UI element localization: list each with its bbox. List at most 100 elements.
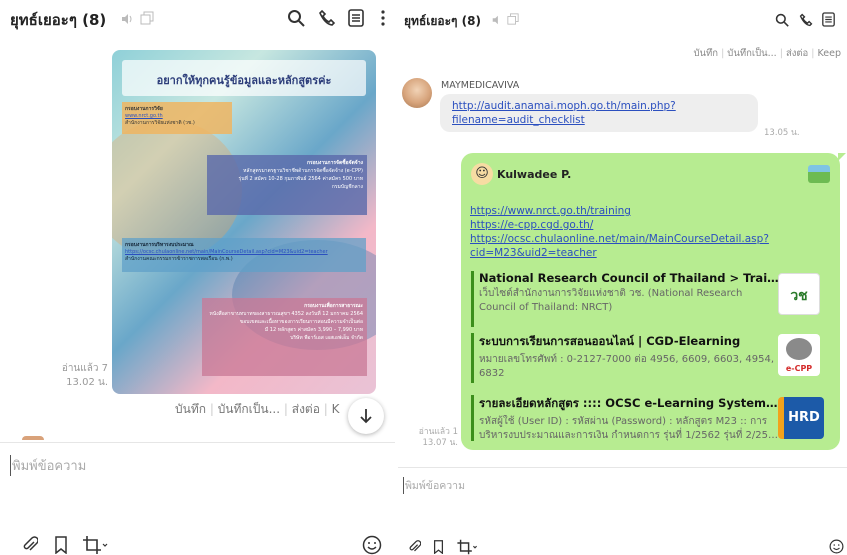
message-time: 13.07 น.	[422, 438, 458, 448]
emoji-icon[interactable]	[362, 535, 382, 555]
volume-icon[interactable]	[120, 12, 134, 26]
preview-bar	[471, 271, 474, 327]
thumbnail-label: HRD	[788, 410, 820, 425]
down-arrow-icon	[359, 408, 373, 424]
preview-bar	[471, 395, 474, 441]
volume-icon[interactable]	[491, 14, 503, 26]
save-action[interactable]: บันทึก	[693, 48, 718, 59]
save-as-action[interactable]: บันทึกเป็น...	[727, 48, 776, 59]
poster-block-procurement: กรอบงานการจัดซื้อจัดจ้าง หลักสูตรมาตรฐาน…	[207, 155, 367, 215]
link-preview[interactable]: รายละเอียดหลักสูตร :::: OCSC e-Learning …	[471, 395, 830, 441]
message-link[interactable]: http://audit.anamai.moph.go.th/main.php?	[452, 99, 746, 113]
preview-thumbnail: วช	[778, 273, 820, 315]
notes-icon[interactable]	[822, 12, 835, 27]
link-list: https://www.nrct.go.th/training https://…	[470, 204, 769, 260]
crop-icon[interactable]	[82, 535, 108, 555]
right-chat-pane: ยุทธ์เยอะๆ (8) บันทึก | บันทึกเป็น... | …	[398, 0, 847, 555]
poster-block-line: หลักสูตรมาตรฐานวิชาชีพด้านการจัดซื้อจัดจ…	[243, 168, 363, 174]
message-actions: บันทึก | บันทึกเป็น... | ส่งต่อ | K	[175, 402, 340, 416]
app-icon	[808, 165, 830, 183]
poster-block-title: กรอบงานการจัดซื้อจัดจ้าง	[306, 160, 363, 166]
phone-icon[interactable]	[318, 9, 336, 27]
more-icon[interactable]	[380, 9, 386, 27]
bookmark-icon[interactable]	[433, 540, 444, 554]
poster-block-line: มี 12 หลักสูตร ค่าสมัคร 3,990 – 7,990 บา…	[264, 327, 363, 333]
preview-thumbnail: HRD	[778, 397, 824, 439]
link-preview[interactable]: ระบบการเรียนการสอนออนไลน์ | CGD-Elearnin…	[471, 333, 830, 383]
poster-block-research: กรอบงานการวิจัย www.nrct.go.th สำนักงานก…	[122, 102, 232, 134]
poster-block-sub: สำนักงานคณะกรรมการข้าราชการพลเรือน (ก.พ.…	[125, 256, 233, 262]
read-receipt: อ่านแล้ว 1 13.07 น.	[402, 427, 458, 449]
message-input[interactable]: พิมพ์ข้อความ	[10, 455, 380, 476]
poster-block-line: รุ่นที่ 2 สมัคร 10-28 กุมภาพันธ์ 2564 ค่…	[238, 176, 363, 182]
save-as-action[interactable]: บันทึกเป็น...	[218, 402, 280, 416]
left-chat-pane: ยุทธ์เยอะๆ (8) อยากให้ทุกคนรู้ข้อมูลและห…	[0, 0, 395, 555]
attach-icon[interactable]	[408, 540, 421, 554]
message-time: 13.02 น.	[66, 377, 108, 388]
poster-block-budget: กรอบงานการบริหารงบประมาณ https://ocsc.ch…	[122, 238, 366, 272]
attach-icon[interactable]	[22, 536, 38, 554]
divider	[0, 442, 395, 443]
divider	[398, 467, 847, 468]
preview-bar	[471, 333, 474, 383]
poster-block-public: กรอบงานเพื่อการสาธารณะ หนังสือสาขาบทบาทข…	[202, 298, 367, 376]
preview-title: National Research Council of Thailand > …	[479, 271, 779, 285]
poster-block-line: ขอบเขตและเนื้อหาของการเรียนการสอนมีความจ…	[239, 319, 363, 325]
emoji-icon[interactable]	[829, 539, 844, 554]
chat-title: ยุทธ์เยอะๆ (8)	[10, 11, 107, 29]
link-preview[interactable]: National Research Council of Thailand > …	[471, 271, 830, 327]
avatar[interactable]	[402, 78, 432, 108]
preview-description: หมายเลขโทรศัพท์ : 0-2127-7000 ต่อ 4956, …	[479, 354, 775, 379]
preview-thumbnail: e-CPP	[778, 334, 820, 376]
search-icon[interactable]	[775, 13, 789, 27]
copy-icon[interactable]	[507, 13, 519, 25]
copy-icon[interactable]	[140, 11, 154, 25]
message-bubble: http://audit.anamai.moph.go.th/main.php?…	[440, 94, 758, 132]
chat-header: ยุทธ์เยอะๆ (8)	[398, 0, 847, 40]
message-link[interactable]: filename=audit_checklist	[452, 113, 746, 127]
poster-block-sub: สำนักงานการวิจัยแห่งชาติ (วช.)	[125, 120, 195, 126]
keep-action[interactable]: K	[332, 402, 340, 416]
message-link[interactable]: https://e-cpp.cgd.go.th/	[470, 218, 769, 232]
read-receipt: อ่านแล้ว 7 13.02 น.	[50, 362, 108, 390]
poster-block-title: กรอบงานเพื่อการสาธารณะ	[304, 303, 363, 309]
thumbnail-label: e-CPP	[785, 364, 813, 373]
chat-header: ยุทธ์เยอะๆ (8)	[0, 0, 395, 40]
thumbnail-label: วช	[790, 288, 808, 304]
poster-block-line: หนังสือสาขาบทบาทของสาธารณสุขฯ 4352 ลงวัน…	[209, 311, 363, 317]
poster-block-title: กรอบงานการวิจัย	[125, 106, 163, 112]
keep-action[interactable]: Keep	[818, 48, 841, 59]
poster-block-line: กรมบัญชีกลาง	[331, 184, 363, 190]
forward-action[interactable]: ส่งต่อ	[292, 402, 320, 416]
preview-title: ระบบการเรียนการสอนออนไลน์ | CGD-Elearnin…	[479, 334, 741, 348]
sender-name: MAYMEDICAVIVA	[441, 80, 520, 91]
chat-title: ยุทธ์เยอะๆ (8)	[404, 14, 481, 28]
message-input[interactable]: พิมพ์ข้อความ	[403, 477, 823, 494]
forward-action[interactable]: ส่งต่อ	[786, 48, 808, 59]
preview-description: รหัสผู้ใช้ (User ID) : รหัสผ่าน (Passwor…	[479, 416, 778, 441]
poster-heading: อยากให้ทุกคนรู้ข้อมูลและหลักสูตรค่ะ	[156, 74, 332, 87]
bookmark-icon[interactable]	[54, 536, 68, 554]
message-link[interactable]: https://www.nrct.go.th/training	[470, 204, 769, 218]
avatar-partial	[22, 436, 44, 440]
save-action[interactable]: บันทึก	[175, 402, 206, 416]
poster-block-title: กรอบงานการบริหารงบประมาณ	[125, 242, 194, 248]
message-link[interactable]: cid=M23&uid2=teacher	[470, 246, 769, 260]
poster-block-line: บริษัท พีอาร์เอส เอสเอฟเอ็ม จำกัด	[290, 335, 363, 341]
crop-icon[interactable]	[456, 539, 478, 555]
preview-title: รายละเอียดหลักสูตร :::: OCSC e-Learning …	[479, 396, 779, 410]
notes-icon[interactable]	[348, 9, 364, 27]
preview-description: เว็บไซต์สำนักงานการวิจัยแห่งชาติ วช. (Na…	[479, 288, 743, 313]
message-link[interactable]: https://ocsc.chulaonline.net/main/MainCo…	[470, 232, 769, 246]
read-count: อ่านแล้ว 7	[61, 363, 108, 374]
poster-heading-box: อยากให้ทุกคนรู้ข้อมูลและหลักสูตรค่ะ	[122, 60, 366, 96]
phone-icon[interactable]	[799, 13, 813, 27]
sender-name: Kulwadee P.	[497, 168, 572, 181]
search-icon[interactable]	[287, 9, 305, 27]
message-bubble-own: ☺ Kulwadee P. https://www.nrct.go.th/tra…	[461, 153, 846, 450]
poster-image[interactable]: อยากให้ทุกคนรู้ข้อมูลและหลักสูตรค่ะ กรอบ…	[112, 50, 376, 394]
message-time: 13.05 น.	[764, 128, 800, 138]
seal-icon	[786, 338, 812, 360]
read-count: อ่านแล้ว 1	[418, 427, 458, 437]
scroll-down-button[interactable]	[348, 398, 384, 434]
